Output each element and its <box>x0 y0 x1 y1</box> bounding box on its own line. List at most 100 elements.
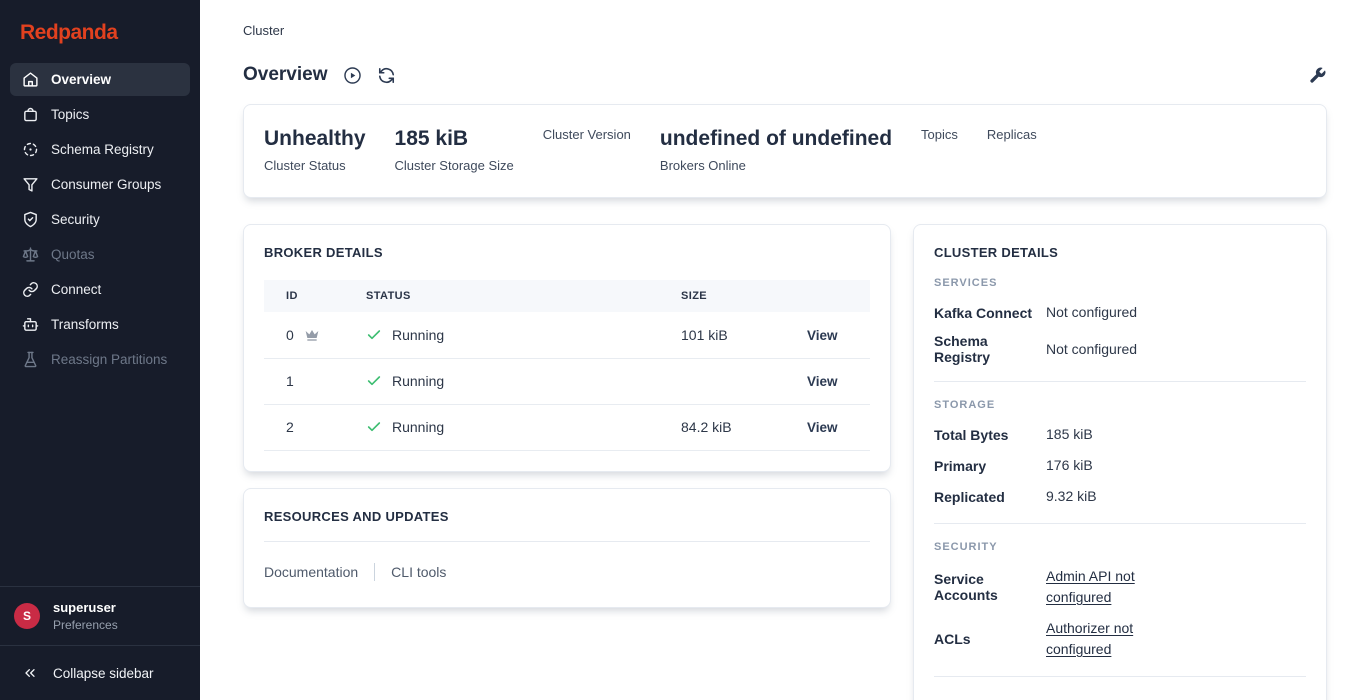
redpanda-logo: Redpanda <box>0 0 200 62</box>
detail-label: Service Accounts <box>934 571 1046 603</box>
detail-label: ACLs <box>934 631 1046 647</box>
detail-row: Service AccountsAdmin API not configured <box>934 566 1306 608</box>
user-name: superuser <box>53 600 118 615</box>
stat-replicas: Replicas <box>987 127 1037 142</box>
divider <box>934 676 1306 677</box>
stat-label: Replicas <box>987 127 1037 142</box>
flask-icon <box>22 351 39 368</box>
divider <box>934 523 1306 524</box>
sidebar-item-schema-registry[interactable]: Schema Registry <box>10 133 190 166</box>
detail-label: Kafka Connect <box>934 305 1046 321</box>
detail-row: Primary176 kiB <box>934 455 1306 476</box>
detail-value: Not configured <box>1046 339 1137 360</box>
sidebar-item-label: Schema Registry <box>51 142 154 157</box>
sidebar-item-label: Transforms <box>51 317 119 332</box>
robot-icon <box>22 316 39 333</box>
box-icon <box>22 106 39 123</box>
schema-icon <box>22 141 39 158</box>
check-icon <box>366 327 382 343</box>
stat-value: undefined of undefined <box>660 127 892 151</box>
sidebar-item-consumer-groups[interactable]: Consumer Groups <box>10 168 190 201</box>
stat-label: Cluster Version <box>543 127 631 142</box>
sidebar-item-topics[interactable]: Topics <box>10 98 190 131</box>
sidebar-item-label: Quotas <box>51 247 95 262</box>
filter-icon <box>22 176 39 193</box>
user-preferences-label[interactable]: Preferences <box>53 618 118 632</box>
sidebar-item-label: Security <box>51 212 100 227</box>
detail-row: Total Bytes185 kiB <box>934 424 1306 445</box>
sidebar-item-overview[interactable]: Overview <box>10 63 190 96</box>
resource-link-cli-tools[interactable]: CLI tools <box>391 564 446 580</box>
cluster-stats-bar: UnhealthyCluster Status185 kiBCluster St… <box>243 104 1327 198</box>
view-broker-link[interactable]: View <box>789 374 838 389</box>
broker-row: 0Running101 kiBView <box>264 312 870 358</box>
left-column: BROKER DETAILS ID STATUS SIZE 0Running10… <box>243 224 891 608</box>
detail-value-link[interactable]: Authorizer not configured <box>1046 618 1168 660</box>
section-heading: SECURITY <box>934 541 1306 553</box>
column-header-size: SIZE <box>681 280 789 312</box>
collapse-sidebar-button[interactable]: Collapse sidebar <box>0 645 200 700</box>
stat-value: Unhealthy <box>264 127 366 151</box>
sidebar-item-security[interactable]: Security <box>10 203 190 236</box>
section-heading: SERVICES <box>934 277 1306 289</box>
details-section-security: SECURITY Service AccountsAdmin API not co… <box>934 541 1306 677</box>
detail-value: 9.32 kiB <box>1046 486 1097 507</box>
detail-label: Replicated <box>934 489 1046 505</box>
section-heading: STORAGE <box>934 399 1306 411</box>
detail-row: ACLsAuthorizer not configured <box>934 618 1306 660</box>
breadcrumb[interactable]: Cluster <box>243 24 1327 38</box>
detail-label: Total Bytes <box>934 427 1046 443</box>
user-menu[interactable]: S superuser Preferences <box>0 586 200 645</box>
shield-icon <box>22 211 39 228</box>
detail-label: Schema Registry <box>934 333 1046 365</box>
sidebar: Redpanda Overview Topics Schema Registry Co… <box>0 0 200 700</box>
main-content: Cluster Overview Unhealthy Cluster Status… <box>200 0 1366 700</box>
stat-topics: Topics <box>921 127 958 142</box>
play-circle-icon[interactable] <box>343 66 362 85</box>
wrench-icon[interactable] <box>1308 66 1327 85</box>
sidebar-spacer <box>0 377 200 586</box>
divider <box>264 541 870 542</box>
broker-status: Running <box>392 327 444 343</box>
avatar: S <box>14 603 40 629</box>
detail-value-link[interactable]: Admin API not configured <box>1046 566 1168 608</box>
cluster-details-card: CLUSTER DETAILS SERVICESKafka ConnectNot… <box>913 224 1327 700</box>
sidebar-nav: Overview Topics Schema Registry Consumer Gr… <box>0 62 200 377</box>
column-header-id: ID <box>264 280 366 312</box>
detail-row: Kafka ConnectNot configured <box>934 302 1306 323</box>
sidebar-item-label: Connect <box>51 282 101 297</box>
detail-value: 185 kiB <box>1046 424 1093 445</box>
sidebar-item-transforms[interactable]: Transforms <box>10 308 190 341</box>
details-section-storage: STORAGE Total Bytes185 kiB Primary176 kiB R… <box>934 399 1306 524</box>
link-icon <box>22 281 39 298</box>
view-broker-link[interactable]: View <box>789 420 838 435</box>
broker-size: 101 kiB <box>681 312 789 358</box>
broker-size <box>681 358 789 404</box>
broker-status: Running <box>392 373 444 389</box>
broker-table: ID STATUS SIZE 0Running101 kiBView1Runni… <box>264 280 870 451</box>
detail-label: Primary <box>934 458 1046 474</box>
cluster-details-title: CLUSTER DETAILS <box>934 245 1306 260</box>
content-columns: BROKER DETAILS ID STATUS SIZE 0Running10… <box>243 224 1327 700</box>
scales-icon <box>22 246 39 263</box>
cluster-details-body: SERVICESKafka ConnectNot configuredSchem… <box>934 277 1306 677</box>
page-title: Overview <box>243 65 328 85</box>
broker-table-body: 0Running101 kiBView1RunningView2Running8… <box>264 312 870 450</box>
stat-label: Cluster Status <box>264 158 366 173</box>
view-broker-link[interactable]: View <box>789 328 838 343</box>
check-icon <box>366 419 382 435</box>
resource-link-documentation[interactable]: Documentation <box>264 564 358 580</box>
sidebar-item-connect[interactable]: Connect <box>10 273 190 306</box>
right-column: CLUSTER DETAILS SERVICESKafka ConnectNot… <box>913 224 1327 700</box>
title-row: Overview <box>243 65 1327 85</box>
stat-label: Topics <box>921 127 958 142</box>
sidebar-item-label: Consumer Groups <box>51 177 161 192</box>
sidebar-item-label: Overview <box>51 72 111 87</box>
stat-label: Brokers Online <box>660 158 892 173</box>
broker-size: 84.2 kiB <box>681 404 789 450</box>
refresh-icon[interactable] <box>377 66 396 85</box>
resources-title: RESOURCES AND UPDATES <box>264 509 870 524</box>
stat-cluster-status: Unhealthy Cluster Status <box>264 127 366 173</box>
check-icon <box>366 373 382 389</box>
collapse-sidebar-label: Collapse sidebar <box>53 666 154 681</box>
